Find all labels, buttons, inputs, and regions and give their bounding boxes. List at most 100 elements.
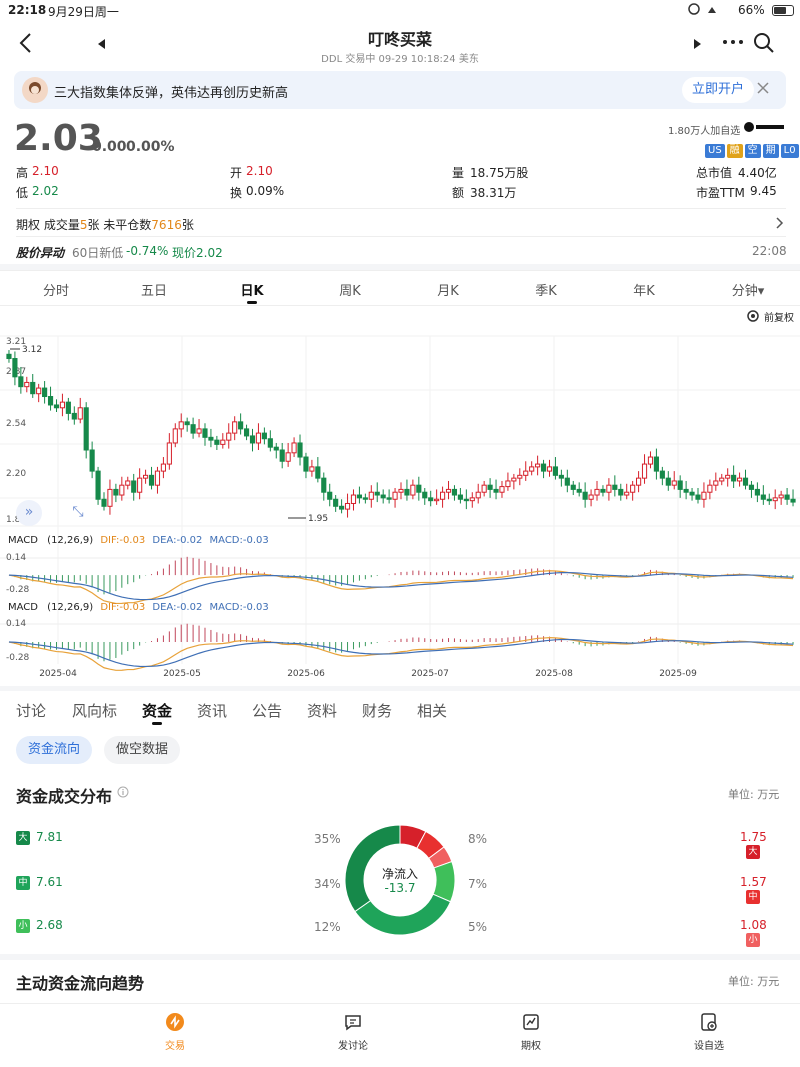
subtab-capital-flow[interactable]: 资金流向 <box>16 736 93 764</box>
back-icon[interactable] <box>18 32 34 57</box>
tab-intraday[interactable]: 分时 <box>16 280 96 299</box>
candle-body <box>119 484 125 496</box>
candle-body <box>95 470 101 500</box>
candle-body <box>731 474 737 482</box>
alert-change: -0.74% <box>126 244 169 258</box>
flow-row-small-out: 小 2.68 <box>16 918 63 933</box>
flow-out-value: 7.61 <box>36 875 63 889</box>
candle-body <box>784 494 790 500</box>
candle-body <box>701 491 707 500</box>
candle-body <box>327 491 333 500</box>
nav-discuss[interactable]: 发讨论 <box>303 1012 403 1052</box>
candle-body <box>653 456 659 472</box>
candle-body <box>291 442 297 454</box>
candle-body <box>214 439 220 445</box>
candlestick-chart[interactable]: 3.212.872.542.201.863.121.950.14-0.280.1… <box>0 326 800 686</box>
tab-news[interactable]: 资讯 <box>197 700 227 721</box>
candle-body <box>576 488 582 493</box>
nav-watchlist[interactable]: 设自选 <box>659 1012 759 1052</box>
settings-icon[interactable] <box>746 309 760 326</box>
tab-sentiment[interactable]: 风向标 <box>72 700 117 721</box>
search-icon[interactable] <box>753 32 775 57</box>
candle-body <box>362 497 368 500</box>
candle-body <box>588 494 594 500</box>
options-chart-icon <box>523 1014 539 1030</box>
candle-body <box>24 381 30 388</box>
more-icon[interactable] <box>722 35 744 52</box>
expand-left-icon[interactable]: » <box>16 500 42 526</box>
macd-tick-label: -0.28 <box>6 653 30 663</box>
stat-open-label: 开 <box>230 166 243 180</box>
alert-price: 现价2.02 <box>172 246 223 260</box>
status-bar: 22:18 9月29日周一 66% <box>0 0 800 22</box>
adjust-mode[interactable]: 前复权 <box>764 309 794 324</box>
candle-body <box>493 488 499 493</box>
candle-body <box>689 491 695 496</box>
candle-body <box>505 480 511 488</box>
price-alert-row[interactable]: 股价异动 60日新低 -0.74% 现价2.02 22:08 <box>16 236 787 264</box>
alert-text: 60日新低 <box>72 246 124 260</box>
options-open-interest: 7616 <box>151 218 182 232</box>
candle-body <box>564 477 570 486</box>
candle-body <box>641 463 648 479</box>
candle-body <box>665 477 671 486</box>
close-icon[interactable] <box>756 81 770 98</box>
candle-body <box>344 502 351 510</box>
promo-banner[interactable]: 三大指数集体反弹，英伟达再创历史新高 立即开户 <box>14 71 786 109</box>
candle-body <box>428 497 434 502</box>
candle-body <box>552 466 559 476</box>
candle-body <box>410 484 416 496</box>
tab-capital[interactable]: 资金 <box>142 700 172 721</box>
flow-row-small-in: 1.08小 <box>740 918 786 947</box>
tab-profile[interactable]: 资料 <box>307 700 337 721</box>
flow-label: 大 <box>746 844 760 859</box>
candle-body <box>766 498 772 502</box>
candle-body <box>612 484 618 490</box>
candle-body <box>754 488 760 496</box>
flow-unit: 单位: 万元 <box>728 788 780 801</box>
next-stock-icon[interactable] <box>694 38 702 52</box>
flow-in-pct: 7% <box>468 877 488 891</box>
last-price: 2.03 <box>14 118 103 159</box>
tab-discuss[interactable]: 讨论 <box>16 700 46 721</box>
nav-options-label: 期权 <box>521 1041 541 1052</box>
fullscreen-icon[interactable]: ⤡ <box>66 500 90 524</box>
candle-body <box>695 494 701 500</box>
candle-body <box>208 436 214 441</box>
open-account-button[interactable]: 立即开户 <box>682 77 755 103</box>
flow-label: 中 <box>746 889 760 904</box>
candle-body <box>469 497 475 502</box>
candle-body <box>398 488 404 493</box>
nav-watchlist-label: 设自选 <box>694 1041 724 1052</box>
tab-financials[interactable]: 财务 <box>362 700 392 721</box>
candle-body <box>719 477 725 482</box>
tab-weekly-k[interactable]: 周K <box>310 280 390 299</box>
alert-title: 股价异动 <box>16 246 65 260</box>
candle-body <box>53 404 60 409</box>
candle-body <box>790 498 796 503</box>
tab-daily-k[interactable]: 日K <box>212 280 292 299</box>
tab-related[interactable]: 相关 <box>417 700 447 721</box>
tab-minute[interactable]: 分钟▾ <box>708 280 788 299</box>
nav-trade-label: 交易 <box>165 1041 185 1052</box>
subtab-short-data[interactable]: 做空数据 <box>104 736 181 764</box>
nav-trade[interactable]: 交易 <box>125 1012 225 1052</box>
section-tabs: 讨论 风向标 资金 资讯 公告 资料 财务 相关 <box>0 691 800 731</box>
info-icon[interactable] <box>117 786 129 801</box>
tab-announcements[interactable]: 公告 <box>252 700 282 721</box>
tab-five-day[interactable]: 五日 <box>114 280 194 299</box>
prev-stock-icon[interactable] <box>98 38 106 52</box>
candle-body <box>445 488 452 493</box>
tab-yearly-k[interactable]: 年K <box>604 280 684 299</box>
status-time: 22:18 <box>8 3 47 17</box>
flow-label: 大 <box>16 830 30 845</box>
candle-body <box>125 480 131 486</box>
tab-quarterly-k[interactable]: 季K <box>506 280 586 299</box>
broker-logo-icon <box>742 120 786 137</box>
candle-body <box>261 432 267 440</box>
tab-monthly-k[interactable]: 月K <box>408 280 488 299</box>
watchlist-add-icon <box>701 1013 717 1031</box>
candle-body <box>535 463 541 468</box>
nav-options[interactable]: 期权 <box>481 1012 581 1052</box>
options-row[interactable]: 期权 成交量5张 未平仓数7616张 <box>16 208 786 236</box>
